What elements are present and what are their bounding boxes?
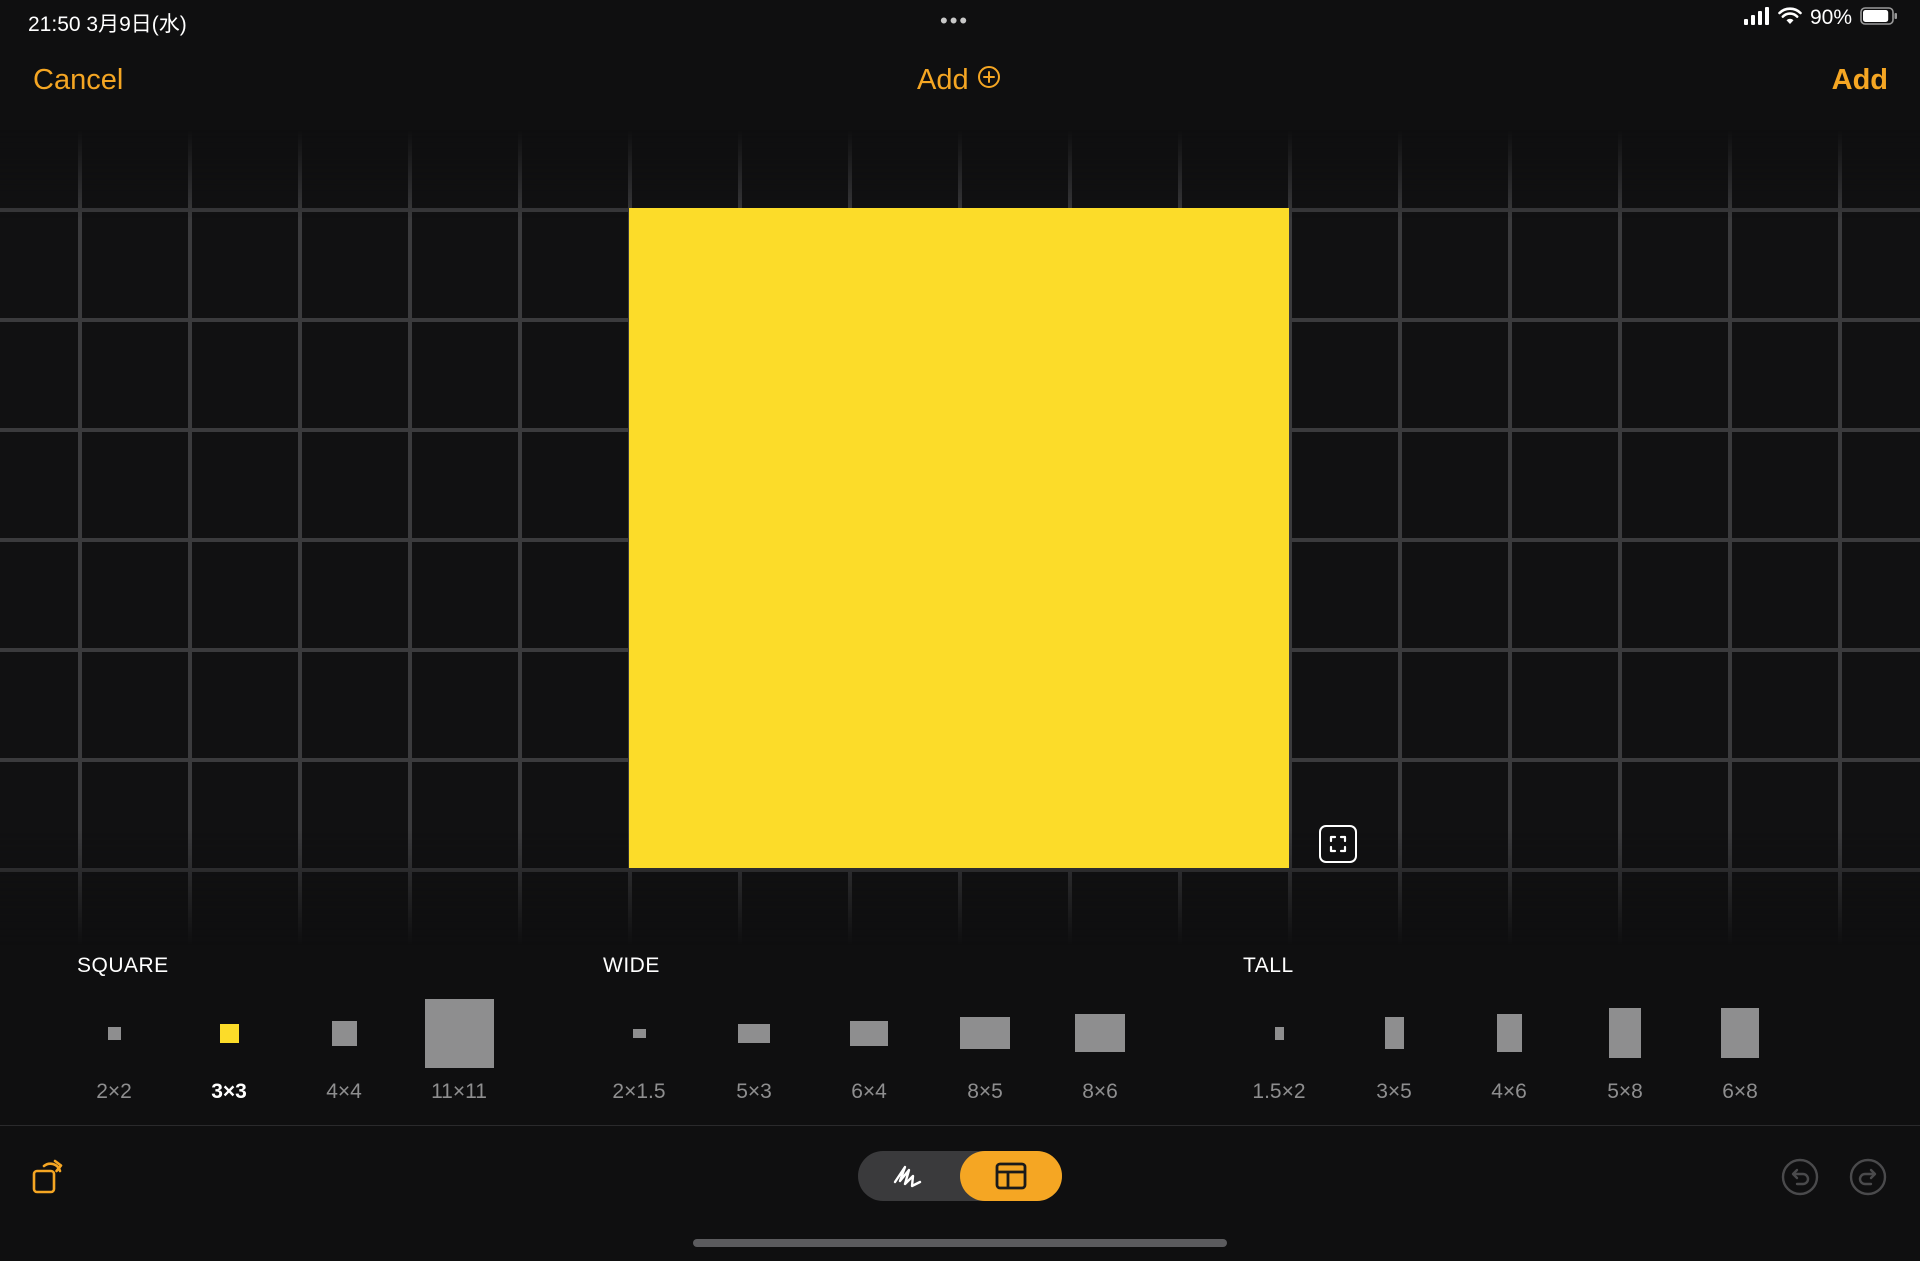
- status-indicators: 90%: [1743, 6, 1898, 30]
- size-option-5×8[interactable]: 5×8: [1575, 998, 1675, 1108]
- size-swatch-area: [1459, 998, 1559, 1068]
- size-swatch: [1075, 1014, 1125, 1052]
- signal-icon: [1743, 6, 1770, 30]
- size-swatch: [738, 1023, 770, 1043]
- size-swatch: [1274, 1026, 1284, 1040]
- status-time-date: 21:50 3月9日(水): [28, 13, 187, 36]
- size-label: 6×8: [1722, 1080, 1758, 1103]
- size-option-2×1.5[interactable]: 2×1.5: [589, 998, 689, 1108]
- size-label: 3×3: [211, 1080, 247, 1103]
- group-label-square: SQUARE: [77, 954, 169, 977]
- group-label-tall: TALL: [1243, 954, 1294, 977]
- size-swatch: [107, 1026, 121, 1040]
- wifi-icon: [1778, 6, 1802, 30]
- size-swatch-area: [179, 998, 279, 1068]
- size-swatch-area: [1344, 998, 1444, 1068]
- divider: [0, 1125, 1920, 1126]
- size-swatch-area: [409, 998, 509, 1068]
- size-label: 3×5: [1376, 1080, 1412, 1103]
- size-swatch: [1384, 1017, 1404, 1049]
- size-option-4×6[interactable]: 4×6: [1459, 998, 1559, 1108]
- redo-icon[interactable]: [1848, 1157, 1888, 1197]
- size-swatch-area: [704, 998, 804, 1068]
- group-label-wide: WIDE: [603, 954, 660, 977]
- size-swatch-area: [1575, 998, 1675, 1068]
- home-indicator[interactable]: [693, 1239, 1227, 1247]
- layout-icon[interactable]: [960, 1151, 1062, 1201]
- multitasking-dots-icon[interactable]: •••: [940, 8, 969, 34]
- size-swatch: [960, 1017, 1010, 1049]
- resize-icon[interactable]: [1319, 825, 1357, 863]
- size-swatch: [1721, 1008, 1759, 1058]
- size-swatch: [424, 998, 494, 1068]
- battery-percent: 90%: [1809, 6, 1852, 29]
- size-swatch-area: [1229, 998, 1329, 1068]
- size-label: 4×6: [1491, 1080, 1527, 1103]
- sticky-note-preview[interactable]: [629, 208, 1289, 868]
- size-label: 5×8: [1607, 1080, 1643, 1103]
- size-option-3×5[interactable]: 3×5: [1344, 998, 1444, 1108]
- undo-icon[interactable]: [1780, 1157, 1820, 1197]
- size-swatch-area: [64, 998, 164, 1068]
- size-option-5×3[interactable]: 5×3: [704, 998, 804, 1108]
- size-swatch-area: [935, 998, 1035, 1068]
- status-bar: 21:50 3月9日(水) ••• 90%: [0, 0, 1920, 42]
- size-option-8×5[interactable]: 8×5: [935, 998, 1035, 1108]
- size-option-4×4[interactable]: 4×4: [294, 998, 394, 1108]
- size-label: 11×11: [431, 1080, 487, 1103]
- size-swatch-area: [589, 998, 689, 1068]
- size-swatch: [331, 1020, 357, 1046]
- size-label: 2×1.5: [612, 1080, 666, 1103]
- size-option-2×2[interactable]: 2×2: [64, 998, 164, 1108]
- add-button[interactable]: Add: [1832, 64, 1888, 97]
- size-option-6×4[interactable]: 6×4: [819, 998, 919, 1108]
- size-label: 5×3: [736, 1080, 772, 1103]
- add-menu-button[interactable]: Add: [917, 64, 1001, 97]
- size-swatch: [1496, 1014, 1522, 1052]
- size-option-1.5×2[interactable]: 1.5×2: [1229, 998, 1329, 1108]
- battery-icon: [1860, 6, 1898, 30]
- size-swatch-area: [1050, 998, 1150, 1068]
- size-label: 8×5: [967, 1080, 1003, 1103]
- size-swatch-area: [819, 998, 919, 1068]
- size-label: 2×2: [96, 1080, 132, 1103]
- add-title-label: Add: [917, 64, 969, 96]
- rotate-icon[interactable]: [30, 1157, 70, 1197]
- size-option-6×8[interactable]: 6×8: [1690, 998, 1790, 1108]
- size-swatch-area: [294, 998, 394, 1068]
- size-swatch: [219, 1023, 239, 1043]
- pen-scribble-icon[interactable]: [858, 1151, 958, 1201]
- size-label: 6×4: [851, 1080, 887, 1103]
- size-option-11×11[interactable]: 11×11: [409, 998, 509, 1108]
- plus-circle-icon: [977, 64, 1001, 97]
- size-option-3×3[interactable]: 3×3: [179, 998, 279, 1108]
- size-swatch: [1609, 1008, 1641, 1058]
- size-swatch: [850, 1020, 888, 1046]
- cancel-button[interactable]: Cancel: [33, 64, 123, 97]
- size-swatch: [632, 1028, 646, 1038]
- size-option-8×6[interactable]: 8×6: [1050, 998, 1150, 1108]
- size-label: 4×4: [326, 1080, 362, 1103]
- mode-segmented-control: [858, 1151, 1062, 1201]
- size-swatch-area: [1690, 998, 1790, 1068]
- size-label: 1.5×2: [1252, 1080, 1306, 1103]
- size-label: 8×6: [1082, 1080, 1118, 1103]
